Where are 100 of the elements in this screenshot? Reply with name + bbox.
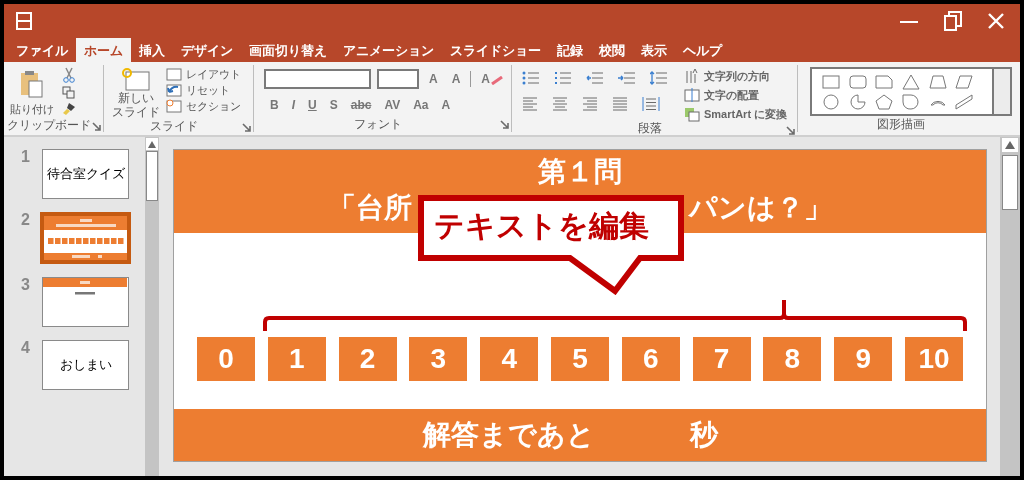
slide-command[interactable]: レイアウト (186, 67, 241, 81)
brush-icon[interactable] (62, 102, 76, 116)
thumbnail-title: おしまい (59, 356, 112, 375)
pie-icon[interactable] (848, 93, 867, 110)
paste-icon[interactable] (20, 70, 44, 98)
grow-font-button[interactable]: A (425, 73, 442, 85)
section-icon[interactable] (166, 99, 182, 113)
number-label: 4 (501, 345, 517, 373)
ribbon-tab[interactable]: ヘルプ (675, 38, 730, 62)
slash-icon[interactable] (955, 93, 974, 110)
ribbon-tab[interactable]: 表示 (633, 38, 675, 62)
group-label: 段落 (637, 122, 662, 134)
increase-indent-icon[interactable] (618, 71, 636, 85)
shapes-gallery[interactable] (810, 67, 994, 116)
font-name-field[interactable] (264, 69, 371, 89)
trapezoid-icon[interactable] (928, 73, 947, 90)
font-style-button[interactable]: abc (350, 99, 372, 111)
align-right-icon[interactable] (582, 97, 598, 111)
number-label: 8 (784, 345, 801, 373)
font-style-button[interactable]: A (441, 99, 451, 111)
close-icon[interactable] (988, 13, 1004, 29)
ribbon-tab[interactable]: ホーム (76, 38, 131, 62)
font-style-button[interactable]: AV (384, 99, 401, 111)
seconds-text: 秒 (689, 418, 718, 452)
paragraph-command[interactable]: 文字列の方向 (704, 69, 770, 83)
number-label: 3 (430, 345, 447, 373)
rounded-rectangle-icon[interactable] (848, 73, 867, 90)
restore-icon[interactable] (944, 11, 962, 31)
ribbon-tab[interactable]: 挿入 (131, 38, 173, 62)
ribbon-tab[interactable]: 画面切り替え (241, 38, 335, 62)
parallelogram-icon[interactable] (955, 73, 974, 90)
align-center-icon[interactable] (552, 97, 568, 111)
new-slide-icon[interactable] (122, 67, 150, 91)
new-slide-label[interactable]: スライド (112, 105, 160, 119)
scissors-icon[interactable] (62, 67, 76, 83)
slide-thumbnail[interactable]: おしまい (42, 340, 129, 390)
font-style-button[interactable]: B (270, 99, 279, 111)
font-style-button[interactable]: I (291, 99, 295, 111)
font-style-button[interactable]: Aa (413, 99, 429, 111)
paragraph-command[interactable]: 文字の配置 (704, 88, 759, 102)
numbering-icon[interactable] (554, 71, 572, 85)
ribbon-tab[interactable]: ファイル (8, 38, 76, 62)
dialog-launcher-icon[interactable] (786, 126, 795, 135)
dialog-launcher-icon[interactable] (500, 120, 509, 129)
minimize-icon[interactable] (900, 20, 918, 24)
font-style-button[interactable]: U (308, 99, 317, 111)
new-slide-label[interactable]: 新しい (118, 91, 154, 105)
teardrop-icon[interactable] (902, 93, 920, 110)
clear-format-button[interactable]: A (477, 73, 507, 85)
align-left-icon[interactable] (522, 97, 538, 111)
countdown-text: 解答まであと (422, 418, 595, 452)
dialog-launcher-icon[interactable] (92, 121, 101, 131)
align-text-icon[interactable] (684, 87, 700, 103)
number-label: 1 (289, 345, 305, 373)
scrollbar[interactable] (145, 137, 159, 476)
ribbon-tab[interactable]: 校閲 (591, 38, 633, 62)
slide-heading: 第１問 (538, 155, 622, 189)
ribbon-tab[interactable]: 記録 (549, 38, 591, 62)
rectangle-icon[interactable] (822, 73, 840, 90)
number-label: 6 (643, 345, 659, 373)
number-label: 2 (359, 345, 376, 373)
slide-number: 2 (20, 212, 31, 228)
number-label: 5 (572, 345, 588, 373)
slide-command[interactable]: リセット (186, 83, 230, 97)
bullets-icon[interactable] (522, 71, 540, 85)
number-label: 7 (713, 345, 730, 373)
smartart-icon[interactable] (684, 106, 700, 122)
pentagon-icon[interactable] (875, 93, 894, 110)
scroll-up-icon[interactable] (1002, 138, 1018, 152)
decrease-indent-icon[interactable] (586, 71, 604, 85)
shrink-font-button[interactable]: A (447, 73, 465, 85)
font-size-field[interactable] (377, 69, 419, 89)
app-icon[interactable] (16, 12, 32, 30)
scroll-up-icon[interactable] (146, 138, 158, 150)
justify-icon[interactable] (612, 97, 628, 111)
paragraph-command[interactable]: SmartArt に変換 (704, 107, 788, 121)
scroll-thumb[interactable] (146, 151, 158, 201)
triangle-icon[interactable] (902, 73, 920, 90)
paste-button[interactable]: 貼り付け (10, 101, 54, 118)
group-label: 図形描画 (877, 118, 925, 130)
number-label: 9 (855, 345, 871, 373)
dialog-launcher-icon[interactable] (242, 123, 251, 132)
number-label: 10 (918, 345, 950, 373)
number-label: 0 (218, 345, 234, 373)
font-style-button[interactable]: S (329, 99, 338, 111)
text-direction-icon[interactable] (684, 68, 700, 84)
columns-icon[interactable] (642, 97, 660, 111)
ribbon-tab[interactable]: アニメーション (335, 38, 442, 62)
circle-icon[interactable] (822, 93, 840, 110)
slide-thumbnail[interactable] (42, 277, 129, 327)
ribbon-tab[interactable]: デザイン (173, 38, 241, 62)
scrollbar[interactable] (1000, 137, 1020, 476)
thumbnail-title: 待合室クイズ (46, 165, 125, 184)
slide-command[interactable]: セクション (186, 99, 241, 113)
gallery-scrollbar[interactable] (994, 67, 1012, 116)
ribbon-tab[interactable]: スライドショー (442, 38, 549, 62)
copy-icon[interactable] (62, 86, 75, 99)
line-spacing-icon[interactable] (650, 71, 668, 85)
slide-thumbnail[interactable]: 待合室クイズ (42, 149, 129, 199)
scroll-thumb[interactable] (1002, 155, 1018, 210)
